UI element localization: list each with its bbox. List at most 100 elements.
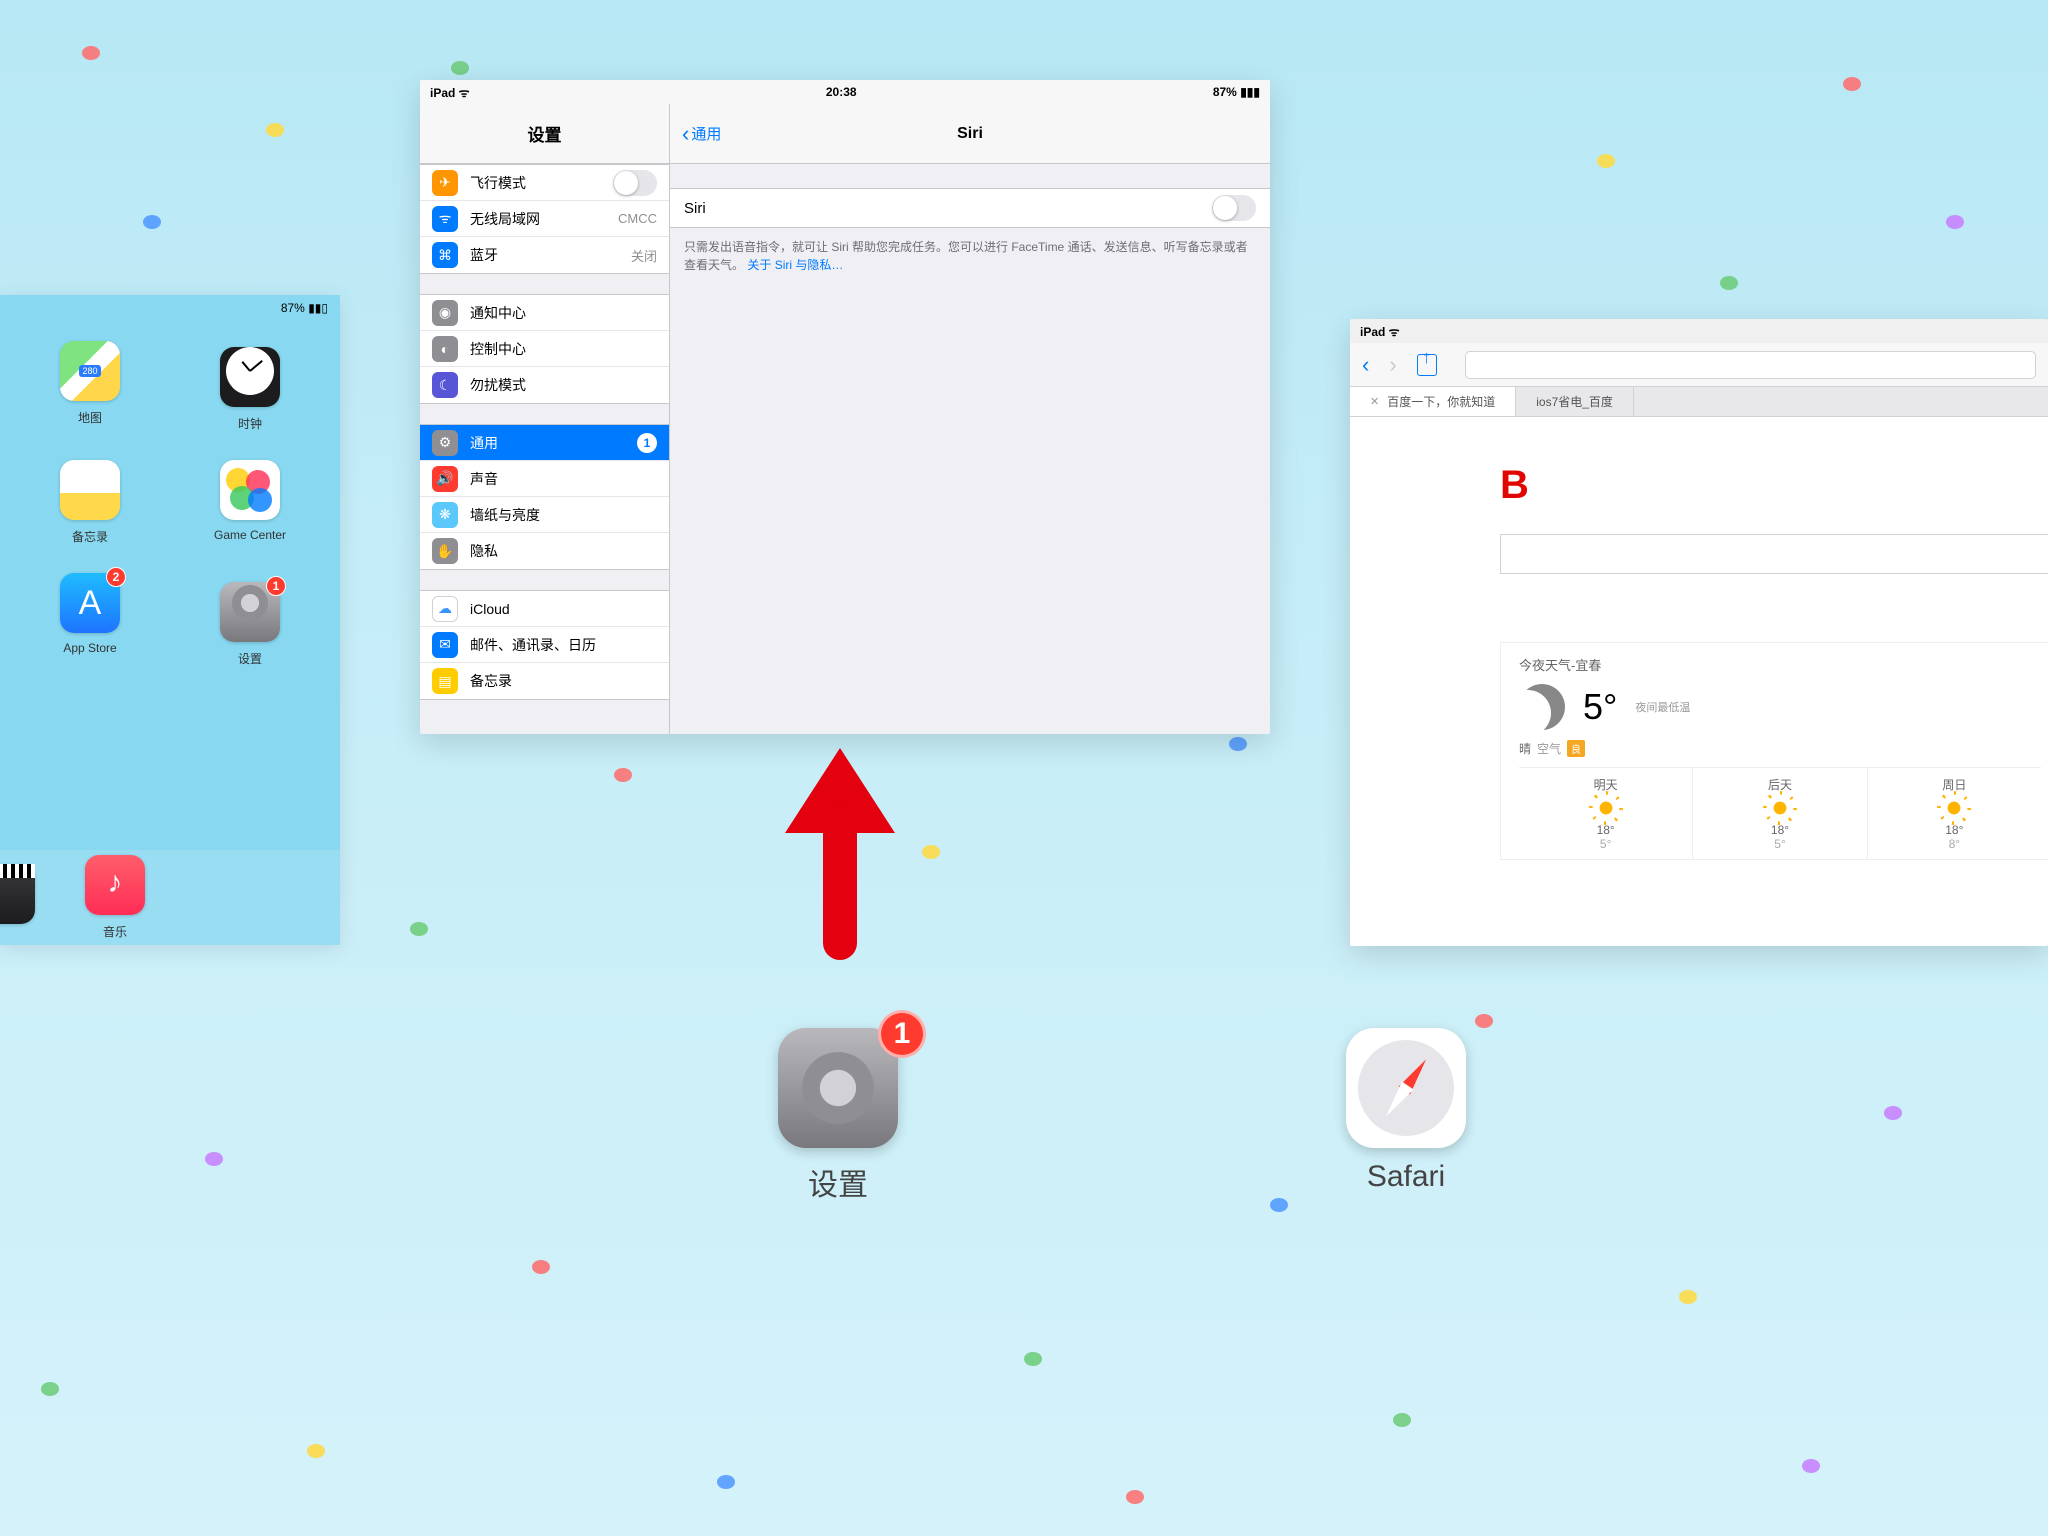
safari-page: B 今夜天气-宜春 5° 夜间最低温 晴 空气 良 明天18°5°后天18°5°… (1350, 417, 2048, 946)
baidu-search-input[interactable] (1500, 534, 2048, 574)
icloud-icon: ☁ (432, 596, 458, 622)
siri-switch[interactable] (1212, 195, 1256, 221)
battery-icon: ▮▮▯ (308, 301, 328, 315)
badge: 2 (106, 567, 126, 587)
dock-app[interactable]: ♪音乐 (60, 855, 170, 940)
row-control-center[interactable]: ◐控制中心 (420, 331, 669, 367)
dock-safari-icon[interactable] (1346, 1028, 1466, 1148)
settings-detail: ‹通用 Siri Siri 只需发出语音指令，就可让 Siri 帮助您完成任务。… (670, 104, 1270, 734)
notifications-icon: ◉ (432, 300, 458, 326)
back-button[interactable]: ‹通用 (682, 121, 721, 147)
multitask-card-settings[interactable]: iPad ᯤ 20:38 87% ▮▮▮ 设置 ✈飞行模式 ᯤ无线局域网CMCC… (420, 80, 1270, 734)
row-notifications[interactable]: ◉通知中心 (420, 295, 669, 331)
dnd-icon: ☾ (432, 372, 458, 398)
row-wallpaper[interactable]: ❋墙纸与亮度 (420, 497, 669, 533)
sun-icon (1595, 797, 1617, 819)
settings-sidebar: 设置 ✈飞行模式 ᯤ无线局域网CMCC ⌘蓝牙关闭 ◉通知中心 ◐控制中心 ☾勿… (420, 104, 670, 734)
app-label: 备忘录 (10, 528, 170, 545)
multitask-card-safari[interactable]: iPad ᯤ ‹ › ↑ ✕百度一下，你就知道ios7省电_百度 B 今夜天气-… (1350, 319, 2048, 946)
share-button[interactable]: ↑ (1417, 354, 1437, 376)
status-device: iPad ᯤ (430, 84, 470, 101)
weather-widget[interactable]: 今夜天气-宜春 5° 夜间最低温 晴 空气 良 明天18°5°后天18°5°周日… (1500, 642, 2048, 860)
app-label: 地图 (10, 409, 170, 426)
url-bar[interactable] (1465, 351, 2036, 379)
sun-icon (1943, 797, 1965, 819)
weather-sub: 夜间最低温 (1635, 699, 1690, 715)
wallpaper-icon: ❋ (432, 502, 458, 528)
row-bluetooth[interactable]: ⌘蓝牙关闭 (420, 237, 669, 273)
status-bar: iPad ᯤ 20:38 87% ▮▮▮ (420, 80, 1270, 104)
general-badge: 1 (637, 433, 657, 453)
row-notes[interactable]: ▤备忘录 (420, 663, 669, 699)
safari-toolbar: ‹ › ↑ (1350, 343, 2048, 387)
forward-button: › (1389, 352, 1396, 378)
control-center-icon: ◐ (432, 336, 458, 362)
close-tab-icon[interactable]: ✕ (1370, 395, 1379, 408)
bluetooth-icon: ⌘ (432, 242, 458, 268)
detail-title: Siri (957, 125, 983, 143)
wifi-icon: ᯤ (432, 206, 458, 232)
weather-title: 今夜天气-宜春 (1519, 655, 2041, 674)
app-label: Game Center (170, 528, 330, 542)
forecast-day: 周日18°8° (1868, 768, 2041, 859)
app-label: 设置 (170, 650, 330, 667)
weather-condition: 晴 空气 良 (1519, 740, 2041, 757)
siri-row[interactable]: Siri (670, 188, 1270, 228)
row-dnd[interactable]: ☾勿扰模式 (420, 367, 669, 403)
forecast-day: 后天18°5° (1693, 768, 1867, 859)
siri-privacy-link[interactable]: 关于 Siri 与隐私… (747, 258, 843, 272)
battery-icon: ▮▮▮ (1240, 85, 1260, 99)
app-icon (60, 460, 120, 520)
mail-icon: ✉ (432, 632, 458, 658)
weather-temp: 5° (1583, 686, 1617, 728)
app-icon (220, 347, 280, 407)
airplane-switch[interactable] (613, 170, 657, 196)
siri-footer: 只需发出语音指令，就可让 Siri 帮助您完成任务。您可以进行 FaceTime… (670, 228, 1270, 284)
row-icloud[interactable]: ☁iCloud (420, 591, 669, 627)
app-Game Center[interactable]: Game Center (170, 460, 330, 545)
app-icon: 1 (220, 582, 280, 642)
sun-icon (1769, 797, 1791, 819)
badge: 1 (266, 576, 286, 596)
app-icon: 280 (60, 341, 120, 401)
forecast-day: 明天18°5° (1519, 768, 1693, 859)
status-bar: 87% ▮▮▯ (0, 295, 340, 321)
row-airplane[interactable]: ✈飞行模式 (420, 165, 669, 201)
chevron-left-icon: ‹ (682, 121, 689, 147)
gear-icon: ⚙ (432, 430, 458, 456)
airplane-icon: ✈ (432, 170, 458, 196)
row-sound[interactable]: 🔊声音 (420, 461, 669, 497)
annotation-arrow-up (800, 748, 880, 958)
app-icon: ♪ (85, 855, 145, 915)
browser-tab[interactable]: ✕百度一下，你就知道 (1350, 387, 1516, 416)
app-icon (220, 460, 280, 520)
status-bar: iPad ᯤ (1350, 319, 2048, 343)
app-label: App Store (10, 641, 170, 655)
app-时钟[interactable]: 时钟 (170, 341, 330, 432)
sound-icon: 🔊 (432, 466, 458, 492)
aqi-badge: 良 (1567, 740, 1585, 757)
app-地图[interactable]: 280 地图 (10, 341, 170, 432)
status-time: 20:38 (826, 85, 857, 99)
row-general[interactable]: ⚙通用1 (420, 425, 669, 461)
row-mail[interactable]: ✉邮件、通讯录、日历 (420, 627, 669, 663)
multitask-card-home[interactable]: 87% ▮▮▯ 280 地图时钟备忘录Game Center A2 App Store… (0, 295, 340, 945)
browser-tab[interactable]: ios7省电_百度 (1516, 387, 1634, 416)
home-dock: ♪音乐 (0, 850, 340, 945)
status-battery: 87% (1213, 85, 1237, 99)
battery-text: 87% (281, 301, 305, 315)
app-icon (0, 864, 35, 924)
dock-app[interactable] (0, 864, 60, 932)
back-button[interactable]: ‹ (1362, 352, 1369, 378)
dock-settings-badge: 1 (878, 1010, 926, 1058)
app-App Store[interactable]: A2 App Store (10, 573, 170, 667)
row-wifi[interactable]: ᯤ无线局域网CMCC (420, 201, 669, 237)
app-label: 时钟 (170, 415, 330, 432)
sidebar-title: 设置 (420, 104, 669, 164)
dock-safari-label: Safari (1306, 1160, 1506, 1194)
row-privacy[interactable]: ✋隐私 (420, 533, 669, 569)
app-icon: A2 (60, 573, 120, 633)
app-设置[interactable]: 1 设置 (170, 573, 330, 667)
dock-settings-icon[interactable] (778, 1028, 898, 1148)
app-备忘录[interactable]: 备忘录 (10, 460, 170, 545)
